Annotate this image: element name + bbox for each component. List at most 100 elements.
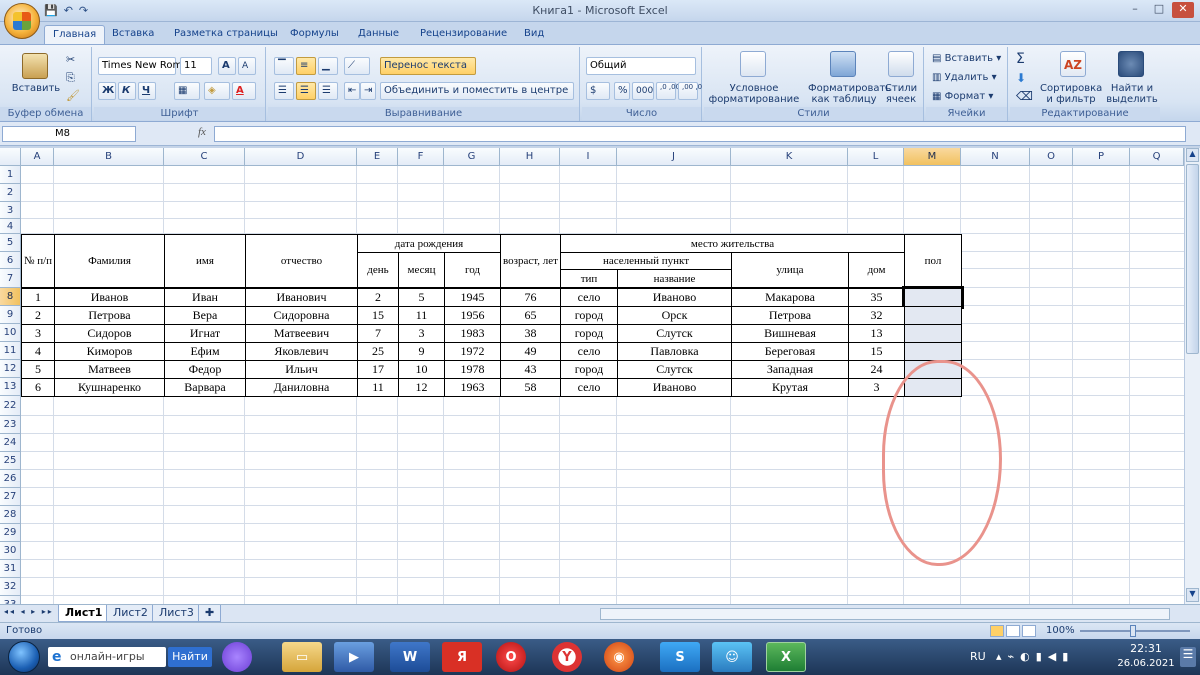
table-cell[interactable]: 5 <box>21 360 55 379</box>
file-explorer-icon[interactable]: ▭ <box>282 642 322 672</box>
column-header-d[interactable]: D <box>245 148 357 166</box>
table-cell[interactable]: 35 <box>848 288 905 307</box>
table-cell[interactable]: Петрова <box>731 306 849 325</box>
row-header[interactable]: 5 <box>0 234 21 252</box>
thousands-button[interactable]: 000 <box>632 82 654 100</box>
table-cell[interactable]: Слутск <box>617 324 732 343</box>
orientation-icon[interactable]: ⟋ <box>344 57 370 75</box>
grow-font-button[interactable]: A <box>218 57 236 75</box>
find-select-button[interactable]: Найти и выделить <box>1104 83 1160 105</box>
search-input[interactable]: e онлайн-игры <box>48 647 166 667</box>
table-cell[interactable]: город <box>560 360 618 379</box>
header-num[interactable]: № п/п <box>21 234 55 288</box>
row-header[interactable]: 29 <box>0 524 21 542</box>
table-cell[interactable]: Вишневая <box>731 324 849 343</box>
header-house[interactable]: дом <box>848 252 905 288</box>
zoom-slider-thumb[interactable] <box>1130 625 1136 637</box>
horizontal-scrollbar[interactable] <box>600 608 1170 620</box>
select-all-corner[interactable] <box>0 148 21 166</box>
row-header[interactable]: 31 <box>0 560 21 578</box>
row-header[interactable]: 11 <box>0 342 21 360</box>
page-break-view-icon[interactable] <box>1022 625 1036 637</box>
row-header[interactable]: 28 <box>0 506 21 524</box>
empty-sex-cell[interactable] <box>904 324 962 343</box>
align-bottom-icon[interactable]: ▁ <box>318 57 338 75</box>
cell-styles-button[interactable]: Стили ячеек <box>880 83 922 105</box>
table-cell[interactable]: Западная <box>731 360 849 379</box>
table-cell[interactable]: Павловка <box>617 342 732 361</box>
sort-filter-button[interactable]: Сортировка и фильтр <box>1040 83 1102 105</box>
tab-review[interactable]: Рецензирование <box>412 25 515 44</box>
header-name[interactable]: имя <box>164 234 246 288</box>
header-sex[interactable]: пол <box>904 234 962 288</box>
fill-color-icon[interactable]: ◈ <box>204 82 230 100</box>
column-header-h[interactable]: H <box>500 148 560 166</box>
table-cell[interactable]: 25 <box>357 342 399 361</box>
clear-icon[interactable]: ⌫ <box>1016 89 1033 103</box>
currency-button[interactable]: $ <box>586 82 610 100</box>
header-age[interactable]: возраст, лет <box>500 234 561 288</box>
alice-icon[interactable] <box>222 642 252 672</box>
vertical-scrollbar[interactable]: ▲ ▼ <box>1184 148 1200 604</box>
table-cell[interactable]: Береговая <box>731 342 849 361</box>
sort-filter-icon[interactable]: AZ <box>1060 51 1086 77</box>
table-cell[interactable]: 1963 <box>444 378 501 397</box>
header-birthdate[interactable]: дата рождения <box>357 234 501 253</box>
table-cell[interactable]: Варвара <box>164 378 246 397</box>
opera-icon[interactable]: O <box>496 642 526 672</box>
font-name-select[interactable]: Times New Rom <box>98 57 182 75</box>
sheet-tab-1[interactable]: Лист1 <box>58 605 110 622</box>
table-cell[interactable]: Крутая <box>731 378 849 397</box>
sheet-tab-3[interactable]: Лист3 <box>152 605 201 622</box>
row-header[interactable]: 2 <box>0 184 21 202</box>
row-header[interactable]: 9 <box>0 306 21 324</box>
table-cell[interactable]: 38 <box>500 324 561 343</box>
empty-sex-cell[interactable] <box>904 342 962 361</box>
video-app-icon[interactable]: ◉ <box>604 642 634 672</box>
table-cell[interactable]: 58 <box>500 378 561 397</box>
header-street[interactable]: улица <box>731 252 849 288</box>
row-header[interactable]: 30 <box>0 542 21 560</box>
word-icon[interactable]: W <box>390 642 430 672</box>
column-header-j[interactable]: J <box>617 148 731 166</box>
page-layout-view-icon[interactable] <box>1006 625 1020 637</box>
row-header[interactable]: 3 <box>0 202 21 219</box>
column-header-p[interactable]: P <box>1073 148 1130 166</box>
row-header[interactable]: 25 <box>0 452 21 470</box>
yandex-icon[interactable]: Я <box>442 642 482 672</box>
save-icon[interactable]: 💾 <box>44 4 58 17</box>
redo-icon[interactable]: ↷ <box>79 4 88 17</box>
table-cell[interactable]: село <box>560 342 618 361</box>
sheet-nav-icon[interactable]: ◂◂ ◂ ▸ ▸▸ <box>4 607 54 616</box>
table-cell[interactable]: 17 <box>357 360 399 379</box>
tray-icons[interactable]: ▴⌁◐▮◀▮ <box>996 650 1074 663</box>
table-cell[interactable]: Федор <box>164 360 246 379</box>
row-header[interactable]: 7 <box>0 269 21 288</box>
column-header-b[interactable]: B <box>54 148 164 166</box>
table-cell[interactable]: Яковлевич <box>245 342 358 361</box>
column-header-n[interactable]: N <box>961 148 1030 166</box>
table-cell[interactable]: Иваново <box>617 288 732 307</box>
table-cell[interactable]: 1983 <box>444 324 501 343</box>
minimize-button[interactable]: – <box>1124 2 1146 18</box>
table-cell[interactable]: Слутск <box>617 360 732 379</box>
copy-icon[interactable]: ⎘ <box>66 71 75 85</box>
column-header-m[interactable]: M <box>904 148 961 166</box>
row-header[interactable]: 23 <box>0 416 21 434</box>
header-patronymic[interactable]: отчество <box>245 234 358 288</box>
table-cell[interactable]: 1956 <box>444 306 501 325</box>
header-settlement[interactable]: населенный пункт <box>560 252 732 270</box>
fill-icon[interactable]: ⬇ <box>1016 71 1026 85</box>
table-cell[interactable]: Вера <box>164 306 246 325</box>
align-right-icon[interactable]: ☰ <box>318 82 338 100</box>
yandex-browser-icon[interactable]: Y <box>552 642 582 672</box>
row-header[interactable]: 24 <box>0 434 21 452</box>
function-icon[interactable]: fx <box>198 126 206 138</box>
table-cell[interactable]: 6 <box>21 378 55 397</box>
clock-time[interactable]: 22:31 <box>1126 642 1166 655</box>
table-cell[interactable]: 1972 <box>444 342 501 361</box>
header-year[interactable]: год <box>444 252 501 288</box>
column-header-o[interactable]: O <box>1030 148 1073 166</box>
table-cell[interactable]: 1 <box>21 288 55 307</box>
selected-cell[interactable] <box>902 286 964 309</box>
